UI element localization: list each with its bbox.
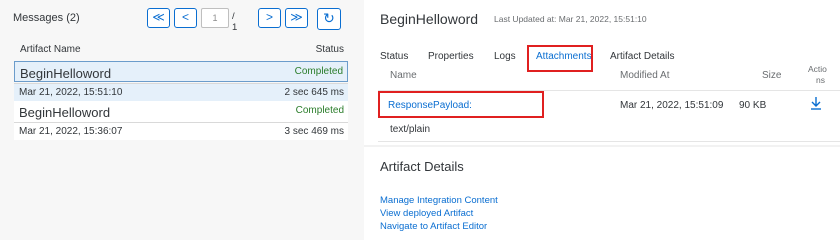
manage-content-link[interactable]: Manage Integration Content — [380, 195, 498, 206]
message-row-meta[interactable]: Mar 21, 2022, 15:51:10 2 sec 645 ms — [14, 83, 348, 101]
refresh-icon: ↻ — [323, 10, 335, 26]
status-badge: Completed — [295, 105, 344, 116]
col-size: Size — [762, 70, 782, 81]
first-page-button[interactable]: ≪ — [147, 8, 170, 28]
message-row[interactable]: BeginHelloword Completed — [14, 101, 348, 122]
artifact-name: BeginHelloword — [20, 66, 112, 81]
tab-artifact-details[interactable]: Artifact Details — [610, 51, 674, 62]
messages-count: Messages (2) — [13, 12, 80, 24]
col-actions-wrap: ns — [816, 75, 825, 85]
messages-header: Messages (2) ≪ < 1 / 1 > ≫ ↻ — [0, 0, 356, 37]
artifact-editor-link[interactable]: Navigate to Artifact Editor — [380, 221, 487, 232]
tab-bar: Status Properties Logs Attachments Artif… — [364, 45, 840, 72]
status-badge: Completed — [294, 66, 343, 77]
message-date: Mar 21, 2022, 15:36:07 — [19, 126, 123, 137]
highlight-box — [527, 45, 593, 72]
messages-panel: Messages (2) ≪ < 1 / 1 > ≫ ↻ Artifact Na… — [0, 0, 356, 240]
download-icon[interactable] — [810, 96, 822, 113]
artifact-name: BeginHelloword — [19, 105, 111, 120]
page-total: / 1 — [232, 11, 238, 33]
last-page-button[interactable]: ≫ — [285, 8, 308, 28]
message-duration: 2 sec 645 ms — [284, 87, 344, 98]
col-artifact-name: Artifact Name — [20, 44, 81, 55]
view-artifact-link[interactable]: View deployed Artifact — [380, 208, 473, 219]
details-panel: BeginHelloword Last Updated at: Mar 21, … — [364, 0, 840, 240]
attachment-mime: text/plain — [390, 124, 431, 135]
page-input[interactable]: 1 — [201, 8, 229, 28]
prev-page-button[interactable]: < — [174, 8, 197, 28]
page-title: BeginHelloword — [380, 11, 479, 27]
section-separator — [364, 145, 840, 147]
col-actions: Actio — [808, 64, 827, 74]
attachment-modified: Mar 21, 2022, 15:51:09 — [620, 100, 724, 111]
message-row[interactable]: BeginHelloword Completed — [14, 61, 348, 82]
message-row-meta[interactable]: Mar 21, 2022, 15:36:07 3 sec 469 ms — [14, 122, 348, 140]
col-name: Name — [390, 70, 417, 81]
tab-properties[interactable]: Properties — [428, 51, 474, 62]
highlight-box — [378, 91, 544, 118]
message-duration: 3 sec 469 ms — [284, 126, 344, 137]
col-status: Status — [315, 44, 344, 55]
divider — [378, 141, 840, 142]
message-date: Mar 21, 2022, 15:51:10 — [19, 87, 123, 98]
last-updated: Last Updated at: Mar 21, 2022, 15:51:10 — [494, 14, 647, 24]
next-page-button[interactable]: > — [258, 8, 281, 28]
col-modified: Modified At — [620, 70, 670, 81]
attachment-size: 90 KB — [739, 100, 767, 111]
refresh-button[interactable]: ↻ — [317, 8, 341, 30]
column-header: Artifact Name Status — [14, 37, 348, 61]
artifact-details-title: Artifact Details — [380, 159, 464, 174]
tab-logs[interactable]: Logs — [494, 51, 516, 62]
tab-status[interactable]: Status — [380, 51, 408, 62]
